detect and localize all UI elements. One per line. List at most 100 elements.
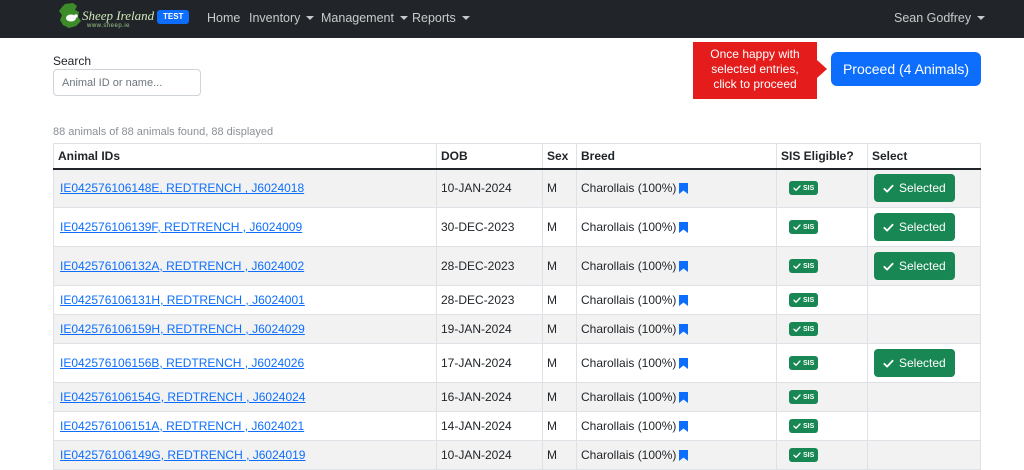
bookmark-icon[interactable]: [679, 324, 689, 335]
caret-down-icon: [399, 16, 408, 20]
check-icon: [883, 262, 894, 270]
sis-badge: SIS: [789, 259, 819, 273]
sis-badge: SIS: [789, 419, 819, 433]
sex-value: M: [547, 220, 557, 234]
selected-button[interactable]: Selected: [874, 213, 955, 241]
dob-value: 30-DEC-2023: [441, 220, 515, 234]
select-cell[interactable]: [867, 382, 981, 412]
animal-id-link[interactable]: IE042576106131H, REDTRENCH , J6024001: [58, 293, 305, 307]
dob-cell: 14-JAN-2024: [436, 411, 543, 441]
animal-id-link[interactable]: IE042576106149G, REDTRENCH , J6024019: [58, 448, 305, 462]
sis-badge-label: SIS: [803, 393, 815, 401]
sis-badge-label: SIS: [803, 262, 815, 270]
bookmark-icon[interactable]: [679, 295, 689, 306]
check-icon: [793, 326, 801, 332]
header-animal-ids[interactable]: Animal IDs: [53, 143, 437, 170]
selected-button-label: Selected: [899, 259, 946, 273]
table-row: IE042576106149G, REDTRENCH , J6024019 10-…: [53, 440, 981, 470]
breed-cell: Charollais (100%): [576, 440, 777, 470]
dob-cell: 10-JAN-2024: [436, 440, 543, 470]
animals-table: Animal IDs DOB Sex Breed SIS Eligible? S…: [53, 143, 981, 470]
bookmark-icon[interactable]: [679, 392, 689, 403]
animal-id-link[interactable]: IE042576106151A, REDTRENCH , J6024021: [58, 419, 304, 433]
user-menu[interactable]: Sean Godfrey: [894, 11, 986, 25]
sex-cell: M: [542, 343, 577, 383]
search-input[interactable]: [53, 69, 201, 96]
sex-value: M: [547, 356, 557, 370]
bookmark-icon[interactable]: [679, 261, 689, 272]
select-cell[interactable]: Selected: [867, 246, 981, 286]
sex-value: M: [547, 181, 557, 196]
table-row: IE042576106131H, REDTRENCH , J6024001 28-…: [53, 285, 981, 315]
sis-badge-label: SIS: [803, 184, 815, 192]
table-row: IE042576106159H, REDTRENCH , J6024029 19-…: [53, 314, 981, 344]
breed-value: Charollais (100%): [581, 259, 677, 273]
sex-cell: M: [542, 440, 577, 470]
nav-reports[interactable]: Reports: [412, 11, 470, 25]
select-cell[interactable]: Selected: [867, 343, 981, 383]
animal-id-cell: IE042576106154G, REDTRENCH , J6024024: [53, 382, 437, 412]
selected-button-label: Selected: [899, 220, 946, 234]
dob-value: 14-JAN-2024: [441, 419, 512, 433]
breed-value: Charollais (100%): [581, 322, 677, 336]
select-cell[interactable]: Selected: [867, 168, 981, 208]
dob-cell: 10-JAN-2024: [436, 168, 543, 208]
sex-value: M: [547, 419, 557, 433]
header-sex[interactable]: Sex: [542, 143, 577, 170]
check-icon: [793, 360, 801, 366]
select-cell[interactable]: [867, 440, 981, 470]
animal-id-cell: IE042576106131H, REDTRENCH , J6024001: [53, 285, 437, 315]
animal-id-cell: IE042576106149G, REDTRENCH , J6024019: [53, 440, 437, 470]
selected-button[interactable]: Selected: [874, 349, 955, 377]
sex-cell: M: [542, 168, 577, 208]
dob-cell: 19-JAN-2024: [436, 314, 543, 344]
test-badge: TEST: [157, 10, 190, 24]
sis-cell: SIS: [776, 411, 868, 441]
sex-value: M: [547, 259, 557, 273]
dob-value: 19-JAN-2024: [441, 322, 512, 336]
selected-button-label: Selected: [899, 356, 946, 370]
dob-cell: 16-JAN-2024: [436, 382, 543, 412]
check-icon: [793, 224, 801, 230]
breed-cell: Charollais (100%): [576, 382, 777, 412]
dob-cell: 30-DEC-2023: [436, 207, 543, 247]
select-cell[interactable]: [867, 314, 981, 344]
select-cell[interactable]: [867, 285, 981, 315]
dob-value: 28-DEC-2023: [441, 293, 515, 307]
bookmark-icon[interactable]: [679, 450, 689, 461]
header-breed[interactable]: Breed: [576, 143, 777, 170]
breed-value: Charollais (100%): [581, 181, 677, 196]
sis-cell: SIS: [776, 168, 868, 208]
nav-home[interactable]: Home: [207, 11, 240, 25]
bookmark-icon[interactable]: [679, 421, 689, 432]
animal-id-link[interactable]: IE042576106154G, REDTRENCH , J6024024: [58, 390, 305, 404]
sis-badge: SIS: [789, 390, 819, 404]
bookmark-icon[interactable]: [679, 358, 689, 369]
sex-cell: M: [542, 382, 577, 412]
selected-button[interactable]: Selected: [874, 174, 955, 203]
animal-id-link[interactable]: IE042576106159H, REDTRENCH , J6024029: [58, 322, 305, 336]
logo[interactable]: Sheep Ireland www.sheep.ie: [57, 2, 154, 34]
header-select[interactable]: Select: [867, 143, 981, 170]
search-label: Search: [53, 54, 92, 68]
selected-button-label: Selected: [899, 181, 946, 196]
animal-id-link[interactable]: IE042576106139F, REDTRENCH , J6024009: [58, 220, 302, 234]
proceed-button[interactable]: Proceed (4 Animals): [831, 52, 981, 86]
animal-id-link[interactable]: IE042576106156B, REDTRENCH , J6024026: [58, 356, 304, 370]
header-sis-eligible[interactable]: SIS Eligible?: [776, 143, 868, 170]
check-icon: [793, 297, 801, 303]
animal-id-link[interactable]: IE042576106148E, REDTRENCH , J6024018: [58, 181, 304, 195]
header-dob[interactable]: DOB: [436, 143, 543, 170]
callout-line: click to proceed: [713, 77, 797, 91]
nav-inventory[interactable]: Inventory: [249, 11, 315, 25]
bookmark-icon[interactable]: [679, 222, 689, 233]
select-cell[interactable]: [867, 411, 981, 441]
nav-management[interactable]: Management: [321, 11, 408, 25]
breed-cell: Charollais (100%): [576, 314, 777, 344]
select-cell[interactable]: Selected: [867, 207, 981, 247]
bookmark-icon[interactable]: [679, 183, 689, 195]
dob-cell: 17-JAN-2024: [436, 343, 543, 383]
animal-id-cell: IE042576106139F, REDTRENCH , J6024009: [53, 207, 437, 247]
animal-id-link[interactable]: IE042576106132A, REDTRENCH , J6024002: [58, 259, 304, 273]
selected-button[interactable]: Selected: [874, 252, 955, 280]
